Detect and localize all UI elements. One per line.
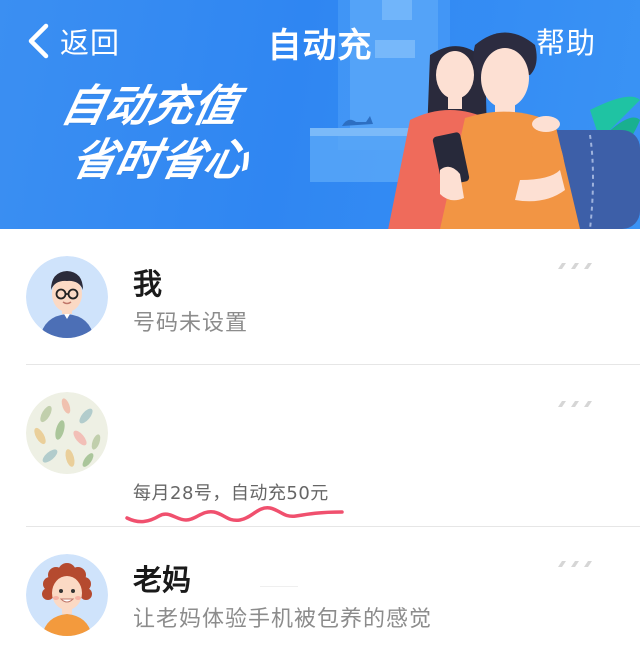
banner-slogan: 自动充值 省时省心 xyxy=(45,80,266,188)
more-icon[interactable] xyxy=(556,559,596,569)
avatar-woman-curly-icon xyxy=(26,554,108,636)
more-icon[interactable] xyxy=(556,261,596,271)
avatar-leaf-pattern-icon xyxy=(26,392,108,474)
help-button[interactable]: 帮助 xyxy=(536,20,596,62)
contact-list: 我 号码未设置 每月28号，自动充50元 老妈 让老妈体验手机被包养的感觉 xyxy=(0,229,640,661)
contact-row-mom[interactable]: 老妈 让老妈体验手机被包养的感觉 xyxy=(0,527,640,661)
annotation-squiggle xyxy=(125,506,344,524)
contact-row-me[interactable]: 我 号码未设置 xyxy=(0,229,640,365)
contact-name: 老妈 xyxy=(133,563,192,597)
contact-name: 我 xyxy=(133,267,163,301)
contact-subtitle: 号码未设置 xyxy=(133,311,249,336)
slogan-line-1: 自动充值 xyxy=(56,81,244,132)
more-icon[interactable] xyxy=(556,399,596,409)
header-banner: 返回 自动充 帮助 自动充值 省时省心 xyxy=(0,0,640,229)
avatar-man-glasses-icon xyxy=(26,256,108,338)
slogan-line-2: 省时省心 xyxy=(66,135,254,186)
contact-subtitle: 让老妈体验手机被包养的感觉 xyxy=(133,607,433,632)
